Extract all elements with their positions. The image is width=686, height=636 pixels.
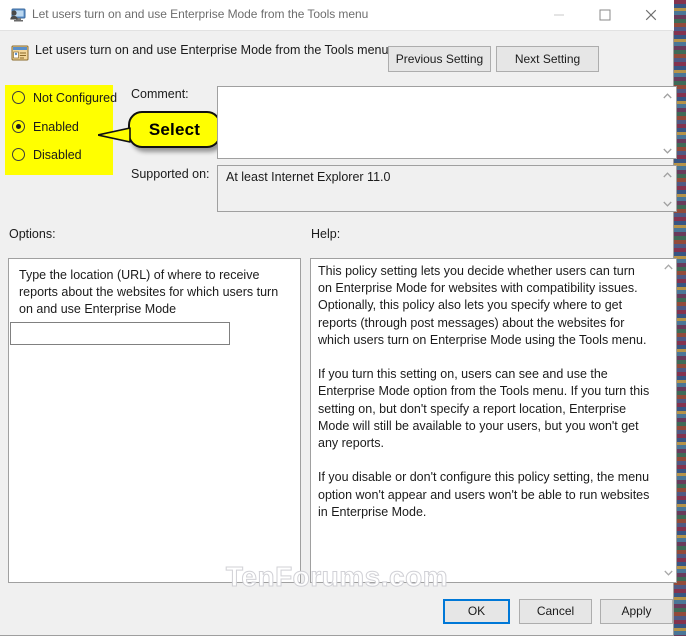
maximize-icon [599,9,611,21]
close-icon [645,9,657,21]
comment-scrollbar[interactable] [659,88,675,159]
titlebar-divider [0,30,674,31]
window-title: Let users turn on and use Enterprise Mod… [32,7,369,21]
window-titlebar: Let users turn on and use Enterprise Mod… [0,0,674,31]
ok-button[interactable]: OK [443,599,510,624]
radio-circle-selected-icon [12,120,25,133]
report-location-url-input[interactable] [10,322,230,345]
scroll-up-icon[interactable] [659,88,675,104]
screenshot-root: Let users turn on and use Enterprise Mod… [0,0,686,636]
help-text: This policy setting lets you decide whet… [318,264,650,519]
radio-not-configured-label: Not Configured [33,91,118,105]
scroll-up-icon[interactable] [661,259,676,276]
maximize-button[interactable] [582,0,628,30]
apply-button[interactable]: Apply [600,599,673,624]
radio-enabled-label: Enabled [33,120,79,134]
select-callout: Select [128,111,221,148]
scroll-down-icon[interactable] [659,196,675,212]
cancel-button[interactable]: Cancel [519,599,592,624]
options-label: Options: [9,227,56,241]
radio-disabled[interactable]: Disabled [12,148,82,162]
callout-pointer-icon [97,126,132,144]
radio-not-configured[interactable]: Not Configured [12,91,117,105]
minimize-button[interactable] [536,0,582,30]
setting-header-title: Let users turn on and use Enterprise Mod… [35,43,389,57]
comment-label: Comment: [131,87,189,101]
policy-setting-icon [11,44,29,62]
minimize-icon [554,14,564,16]
previous-setting-button[interactable]: Previous Setting [388,46,491,72]
radio-circle-icon [12,91,25,104]
radio-circle-icon [12,148,25,161]
policy-user-monitor-icon [9,7,26,23]
options-description: Type the location (URL) of where to rece… [19,268,279,316]
radio-enabled[interactable]: Enabled [12,120,79,134]
next-setting-button[interactable]: Next Setting [496,46,599,72]
help-scrollbar[interactable] [661,259,676,582]
radio-disabled-label: Disabled [33,148,82,162]
close-button[interactable] [628,0,674,30]
help-label: Help: [311,227,341,241]
scroll-down-icon[interactable] [659,143,675,159]
supported-on-label: Supported on: [131,167,210,181]
comment-textarea[interactable] [217,86,677,159]
scroll-up-icon[interactable] [659,167,675,183]
supported-on-value: At least Internet Explorer 11.0 [226,170,391,184]
scroll-down-icon[interactable] [661,565,676,582]
select-callout-label: Select [148,120,201,139]
supported-on-scrollbar[interactable] [659,167,675,212]
group-policy-setting-window: Let users turn on and use Enterprise Mod… [0,0,677,636]
